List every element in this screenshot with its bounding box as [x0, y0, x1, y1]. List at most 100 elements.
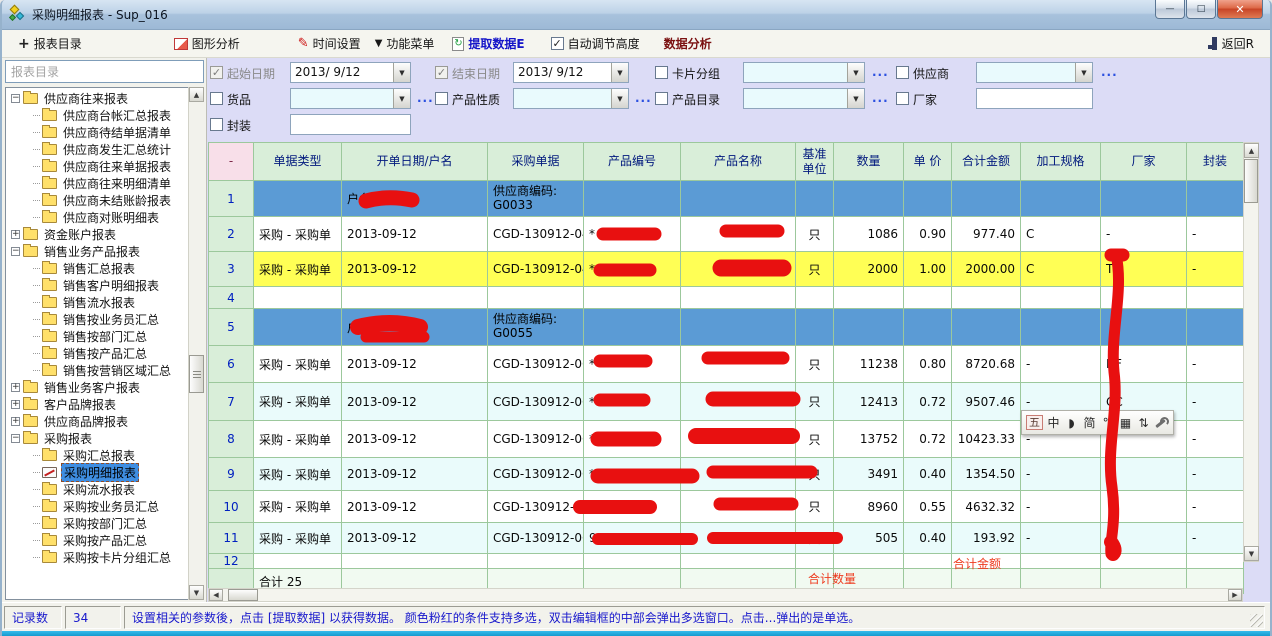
- end-date-checkbox[interactable]: ✓: [435, 66, 448, 79]
- cell-product-name[interactable]: [681, 346, 796, 383]
- row-number[interactable]: 9: [209, 458, 254, 491]
- cell-pack[interactable]: -: [1187, 252, 1244, 287]
- tree-item-label[interactable]: 采购报表: [42, 430, 94, 447]
- cell-pack[interactable]: -: [1187, 523, 1244, 554]
- dropdown-arrow-icon[interactable]: ▼: [393, 63, 410, 82]
- cell-price[interactable]: 0.72: [904, 421, 952, 458]
- cell-amount[interactable]: 8720.68: [952, 346, 1021, 383]
- dropdown-arrow-icon[interactable]: ▼: [847, 89, 864, 108]
- cell-price[interactable]: 0.90: [904, 217, 952, 252]
- product-nature-checkbox[interactable]: [435, 92, 448, 105]
- dropdown-arrow-icon[interactable]: ▼: [847, 63, 864, 82]
- row-number[interactable]: 7: [209, 383, 254, 421]
- tree-item[interactable]: − 采购报表: [6, 430, 203, 447]
- cell-date[interactable]: 2013-09-12: [342, 252, 488, 287]
- cell-doc-type[interactable]: 采购 - 采购单: [254, 346, 342, 383]
- table-row[interactable]: 11 采购 - 采购单 2013-09-12 CGD-130912-06 9 只…: [209, 523, 1244, 554]
- cell-product-name[interactable]: [681, 252, 796, 287]
- vertical-scrollbar[interactable]: ▲ ▼: [1243, 142, 1259, 562]
- ime-language-bar[interactable]: 五中◗简°,▦⇅: [1021, 410, 1174, 435]
- cell-doc-no[interactable]: CGD-130912-04: [488, 217, 584, 252]
- table-row-empty[interactable]: 4: [209, 287, 1244, 309]
- tree-item-label[interactable]: 销售业务产品报表: [42, 243, 142, 260]
- product-nature-more-button[interactable]: ...: [635, 91, 652, 105]
- tree-item[interactable]: 采购按产品汇总: [6, 532, 203, 549]
- cell-date[interactable]: 2013-09-12: [342, 421, 488, 458]
- vertical-scrollbar-thumb[interactable]: [1244, 159, 1258, 203]
- tree-item-label[interactable]: 供应商台帐汇总报表: [61, 107, 173, 124]
- cell-price[interactable]: 0.72: [904, 383, 952, 421]
- tree-item-label[interactable]: 供应商发生汇总统计: [61, 141, 173, 158]
- auto-height-checkbox[interactable]: ✓: [551, 37, 564, 50]
- cell-doc-type[interactable]: 采购 - 采购单: [254, 217, 342, 252]
- row-number[interactable]: 4: [209, 287, 254, 309]
- ime-softkeyboard-icon[interactable]: ▦: [1118, 417, 1133, 429]
- time-setting-button[interactable]: ✎ 时间设置: [298, 35, 361, 52]
- manufacturer-input[interactable]: [976, 88, 1093, 109]
- maximize-button[interactable]: □: [1186, 0, 1216, 19]
- column-header[interactable]: 合计金额: [952, 143, 1021, 181]
- cell-price[interactable]: 0.40: [904, 523, 952, 554]
- tree-item-label[interactable]: 采购按产品汇总: [61, 532, 149, 549]
- table-row-group[interactable]: 1 户名: 供应商编码: G0033: [209, 181, 1244, 217]
- goods-select[interactable]: ▼: [290, 88, 411, 109]
- cell-qty[interactable]: 2000: [834, 252, 904, 287]
- cell-unit[interactable]: 只: [796, 491, 834, 523]
- cell-maker[interactable]: T: [1101, 252, 1187, 287]
- tree-item-label[interactable]: 供应商往来单据报表: [61, 158, 173, 175]
- cell-supplier-code[interactable]: 供应商编码: G0055: [488, 309, 584, 346]
- cell-qty[interactable]: 12413: [834, 383, 904, 421]
- end-date-select[interactable]: 2013/ 9/12▼: [513, 62, 629, 83]
- package-input[interactable]: [290, 114, 411, 135]
- cell-amount[interactable]: 193.92: [952, 523, 1021, 554]
- ime-fullhalf-moon-icon[interactable]: ◗: [1064, 417, 1079, 429]
- cell-amount[interactable]: 10423.33: [952, 421, 1021, 458]
- scroll-up-icon[interactable]: ▲: [189, 87, 204, 102]
- tree-item-label[interactable]: 销售业务客户报表: [42, 379, 142, 396]
- table-row-group[interactable]: 5 户名 供应商编码: G0055: [209, 309, 1244, 346]
- cell-unit[interactable]: 只: [796, 523, 834, 554]
- tree-item[interactable]: 供应商台帐汇总报表: [6, 107, 203, 124]
- tree-item[interactable]: + 销售业务客户报表: [6, 379, 203, 396]
- cell-unit[interactable]: 只: [796, 383, 834, 421]
- cell-spec[interactable]: -: [1021, 523, 1101, 554]
- scroll-down-icon[interactable]: ▼: [189, 585, 204, 600]
- tree-item[interactable]: 销售流水报表: [6, 294, 203, 311]
- product-catalog-select[interactable]: ▼: [743, 88, 865, 109]
- ime-chinese-mode-icon[interactable]: 中: [1046, 417, 1061, 429]
- cell-doc-no[interactable]: CGD-130912-06: [488, 421, 584, 458]
- tree-item[interactable]: 销售按业务员汇总: [6, 311, 203, 328]
- cell-amount[interactable]: 1354.50: [952, 458, 1021, 491]
- cell[interactable]: [254, 181, 342, 217]
- cell[interactable]: [254, 309, 342, 346]
- cell-price[interactable]: 0.80: [904, 346, 952, 383]
- tree-expander-icon[interactable]: −: [11, 434, 20, 443]
- ime-state-icon[interactable]: ⇅: [1136, 417, 1151, 429]
- tree-item-label[interactable]: 供应商待结单据清单: [61, 124, 173, 141]
- tree-item-label[interactable]: 采购按业务员汇总: [61, 498, 161, 515]
- cell-supplier-code[interactable]: 供应商编码: G0033: [488, 181, 584, 217]
- tree-item[interactable]: 销售按部门汇总: [6, 328, 203, 345]
- tree-item[interactable]: − 销售业务产品报表: [6, 243, 203, 260]
- cell-price[interactable]: 0.55: [904, 491, 952, 523]
- cell-pack[interactable]: -: [1187, 421, 1244, 458]
- table-row[interactable]: 2 采购 - 采购单 2013-09-12 CGD-130912-04 * 只 …: [209, 217, 1244, 252]
- cell-doc-type[interactable]: 采购 - 采购单: [254, 421, 342, 458]
- cell-amount[interactable]: 4632.32: [952, 491, 1021, 523]
- cell-unit[interactable]: 只: [796, 252, 834, 287]
- column-header[interactable]: 产品编号: [584, 143, 681, 181]
- cell-product-code[interactable]: *: [584, 346, 681, 383]
- ime-wubi-icon[interactable]: 五: [1026, 415, 1043, 430]
- column-header[interactable]: 厂家: [1101, 143, 1187, 181]
- tree-item[interactable]: − 供应商往来报表: [6, 90, 203, 107]
- tree-item-label[interactable]: 销售汇总报表: [61, 260, 137, 277]
- tree-item-label[interactable]: 客户品牌报表: [42, 396, 118, 413]
- report-catalog-button[interactable]: + 报表目录: [18, 35, 82, 52]
- tree-item-label[interactable]: 供应商未结账龄报表: [61, 192, 173, 209]
- cell-maker[interactable]: [1101, 491, 1187, 523]
- cell-product-code[interactable]: *: [584, 252, 681, 287]
- row-number[interactable]: 8: [209, 421, 254, 458]
- tree-scrollbar[interactable]: ▲ ▼: [188, 87, 204, 600]
- cell-unit[interactable]: 只: [796, 217, 834, 252]
- cell-product-code[interactable]: *: [584, 217, 681, 252]
